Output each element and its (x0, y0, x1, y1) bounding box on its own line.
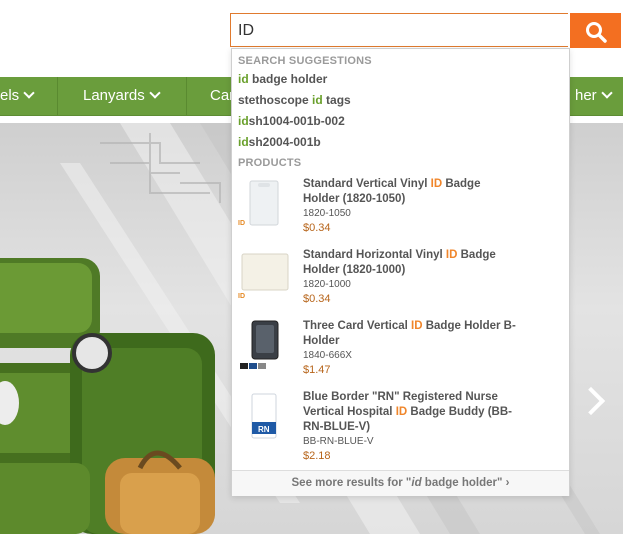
suggestion-text: tags (322, 93, 351, 107)
suggestion-item[interactable]: idsh2004-001b (238, 135, 321, 149)
suggestion-text: sh2004-001b (248, 135, 321, 149)
nav-item-labels[interactable]: els (0, 77, 35, 115)
products-heading: PRODUCTS (238, 157, 302, 169)
nav-divider (57, 77, 58, 115)
product-item[interactable]: ID Standard Vertical Vinyl ID Badge Hold… (232, 175, 569, 241)
search-button[interactable] (570, 13, 621, 48)
suggestion-item[interactable]: id badge holder (238, 72, 327, 86)
product-thumbnail: RN (238, 392, 290, 452)
product-title: Three Card Vertical ID Badge Holder B-Ho… (303, 320, 516, 347)
suggestion-match: id (238, 72, 249, 86)
suggestion-match: id (312, 93, 323, 107)
chevron-down-icon (601, 87, 613, 99)
suggestion-prefix: stethoscope (238, 93, 313, 107)
product-price: $0.34 (303, 222, 331, 234)
nav-item-label: els (0, 87, 20, 104)
search-icon (586, 22, 607, 43)
search-input-value: ID (238, 22, 254, 39)
search-input[interactable]: ID (230, 13, 568, 47)
nav-item-lanyards[interactable]: Lanyards (83, 77, 161, 115)
suggestion-item[interactable]: idsh1004-001b-002 (238, 114, 345, 128)
horizontal-badge-holder-image: ID (238, 253, 289, 300)
product-sku: 1820-1000 (303, 279, 351, 290)
suggestion-match: id (238, 135, 249, 149)
suggestions-heading: SEARCH SUGGESTIONS (238, 55, 372, 67)
chevron-down-icon (149, 87, 161, 99)
nav-item-other[interactable]: her (575, 77, 613, 115)
nav-divider (186, 77, 187, 115)
svg-text:RN: RN (258, 425, 270, 434)
svg-text:ID: ID (238, 293, 245, 300)
rn-badge-buddy-image: RN (251, 393, 277, 439)
three-card-holder-image (240, 320, 279, 369)
product-price: $0.34 (303, 293, 331, 305)
suggestion-item[interactable]: stethoscope id tags (238, 93, 351, 107)
suggestion-text: badge holder (248, 72, 328, 86)
product-sku: 1820-1050 (303, 208, 351, 219)
nav-item-label: Lanyards (83, 87, 145, 104)
suggestion-match: id (238, 114, 249, 128)
chevron-down-icon (23, 87, 35, 99)
suggestion-text: sh1004-001b-002 (248, 114, 345, 128)
product-price: $2.18 (303, 450, 331, 462)
product-thumbnail: ID (238, 248, 290, 308)
product-item[interactable]: Three Card Vertical ID Badge Holder B-Ho… (232, 317, 569, 383)
nav-item-label: her (575, 87, 597, 104)
product-item[interactable]: ID Standard Horizontal Vinyl ID Badge Ho… (232, 246, 569, 312)
product-thumbnail (238, 319, 290, 379)
product-title: Blue Border "RN" Registered Nurse Vertic… (303, 391, 512, 433)
search-autocomplete-dropdown: SEARCH SUGGESTIONS id badge holder steth… (231, 48, 570, 496)
see-more-results-link[interactable]: See more results for "id badge holder" › (232, 470, 569, 496)
product-title: Standard Horizontal Vinyl ID Badge Holde… (303, 249, 496, 276)
product-item[interactable]: RN Blue Border "RN" Registered Nurse Ver… (232, 388, 569, 468)
product-sku: 1840-666X (303, 350, 352, 361)
product-title: Standard Vertical Vinyl ID Badge Holder … (303, 178, 481, 205)
vertical-badge-holder-image: ID (238, 180, 279, 227)
product-sku: BB-RN-BLUE-V (303, 436, 374, 447)
svg-text:ID: ID (238, 220, 245, 227)
product-price: $1.47 (303, 364, 331, 376)
product-thumbnail: ID (238, 177, 290, 237)
